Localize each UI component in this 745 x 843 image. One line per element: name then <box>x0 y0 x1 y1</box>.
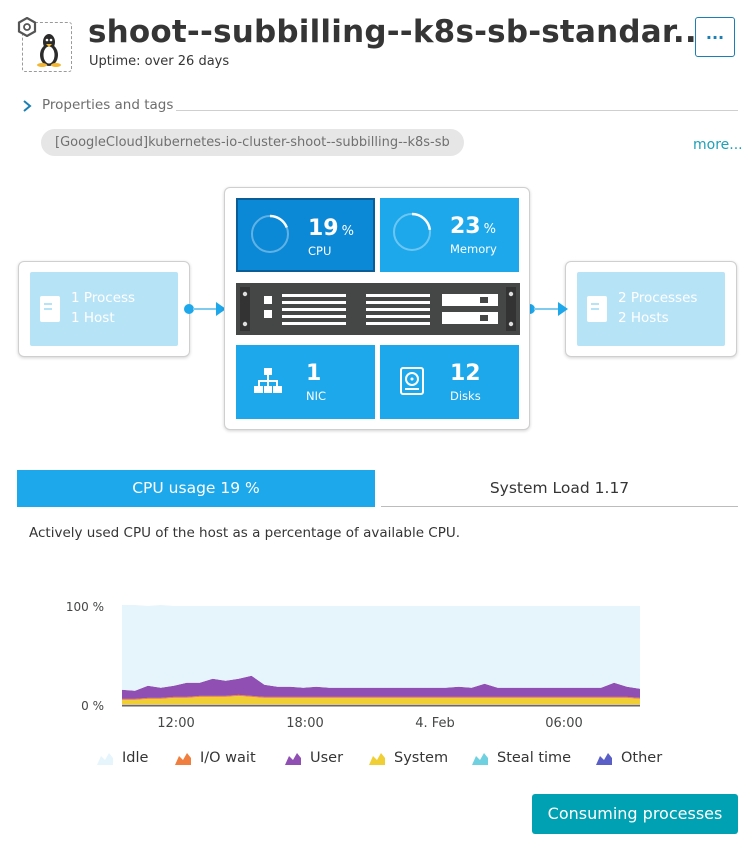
tab-system-load[interactable]: System Load 1.17 <box>381 470 738 507</box>
host-infographic: 19% CPU 23% Memory 1 NIC 12 Disks <box>224 187 530 430</box>
consuming-processes-button[interactable]: Consuming processes <box>532 794 738 834</box>
cpu-label: CPU <box>308 244 332 258</box>
disk-icon <box>400 367 424 395</box>
x-tick-label: 12:00 <box>157 716 194 731</box>
legend-label: System <box>394 750 449 766</box>
properties-label: Properties and tags <box>42 97 174 113</box>
legend-item-other[interactable]: Other <box>595 746 662 770</box>
calling-processes-box[interactable]: 1 Process 1 Host <box>18 261 190 357</box>
legend-swatch-icon <box>97 753 113 765</box>
legend-swatch-icon <box>285 753 301 765</box>
memory-label: Memory <box>450 242 497 256</box>
more-actions-button[interactable]: ··· <box>695 17 735 57</box>
chevron-right-icon <box>23 100 32 112</box>
legend-label: Other <box>621 750 663 766</box>
linux-penguin-icon <box>37 34 61 67</box>
legend-swatch-icon <box>472 753 488 765</box>
called-hosts-count: 2 Hosts <box>618 310 669 326</box>
server-rack-icon <box>236 283 520 335</box>
legend-swatch-icon <box>596 753 612 765</box>
host-os-icon <box>17 17 72 72</box>
page-title: shoot--subbilling--k8s-sb-standar... <box>88 14 709 50</box>
disks-value: 12 <box>450 361 481 386</box>
memory-value: 23% <box>450 214 496 239</box>
disks-label: Disks <box>450 389 481 403</box>
memory-tile[interactable]: 23% Memory <box>380 198 519 272</box>
chart-legend: Idle I/O wait User System Steal time Other <box>0 746 745 770</box>
calling-hosts-count: 1 Host <box>71 310 115 326</box>
nic-label: NIC <box>306 389 327 403</box>
network-icon <box>254 368 282 393</box>
cpu-tile[interactable]: 19% CPU <box>236 198 375 272</box>
called-processes-count: 2 Processes <box>618 290 698 306</box>
series-area-idle <box>122 605 640 691</box>
chart-description: Actively used CPU of the host as a perce… <box>29 525 461 541</box>
cpu-value: 19% <box>308 216 354 241</box>
legend-label: I/O wait <box>200 750 256 766</box>
legend-swatch-icon <box>369 753 385 765</box>
y-tick-label: 100 % <box>66 600 104 614</box>
calling-processes-tile[interactable]: 1 Process 1 Host <box>30 272 178 346</box>
legend-item-i-o-wait[interactable]: I/O wait <box>174 746 256 770</box>
cpu-gauge-icon <box>250 214 290 254</box>
y-tick-label: 0 % <box>81 699 104 713</box>
disks-tile[interactable]: 12 Disks <box>380 345 519 419</box>
connector-line <box>534 308 558 310</box>
calling-processes-count: 1 Process <box>71 290 136 306</box>
cpu-usage-chart[interactable]: 100 % 0 % 12:00 18:00 4. Feb 06:00 <box>56 592 656 732</box>
legend-item-steal-time[interactable]: Steal time <box>471 746 571 770</box>
connector-line <box>193 308 217 310</box>
connector-arrow <box>558 302 568 316</box>
server-icon <box>587 296 607 322</box>
legend-item-system[interactable]: System <box>368 746 448 770</box>
x-tick-label: 06:00 <box>545 716 582 731</box>
legend-item-user[interactable]: User <box>284 746 343 770</box>
legend-swatch-icon <box>175 753 191 765</box>
server-icon <box>40 296 60 322</box>
hexagon-icon <box>17 17 37 37</box>
divider <box>176 110 738 111</box>
legend-label: Idle <box>122 750 149 766</box>
called-processes-tile[interactable]: 2 Processes 2 Hosts <box>577 272 725 346</box>
legend-label: Steal time <box>497 750 572 766</box>
legend-label: User <box>310 750 344 766</box>
tab-cpu-usage[interactable]: CPU usage 19 % <box>17 470 375 507</box>
x-tick-label: 18:00 <box>286 716 323 731</box>
uptime-text: Uptime: over 26 days <box>89 54 230 69</box>
tag-chip[interactable]: [GoogleCloud]kubernetes-io-cluster-shoot… <box>41 129 464 156</box>
nic-tile[interactable]: 1 NIC <box>236 345 375 419</box>
x-tick-label: 4. Feb <box>415 716 455 731</box>
more-tags-link[interactable]: more... <box>693 137 743 153</box>
memory-gauge-icon <box>392 212 432 252</box>
nic-value: 1 <box>306 361 322 386</box>
legend-item-idle[interactable]: Idle <box>96 746 148 770</box>
series-area-other <box>122 705 640 706</box>
properties-and-tags-toggle[interactable]: Properties and tags <box>18 96 738 116</box>
called-processes-box[interactable]: 2 Processes 2 Hosts <box>565 261 737 357</box>
